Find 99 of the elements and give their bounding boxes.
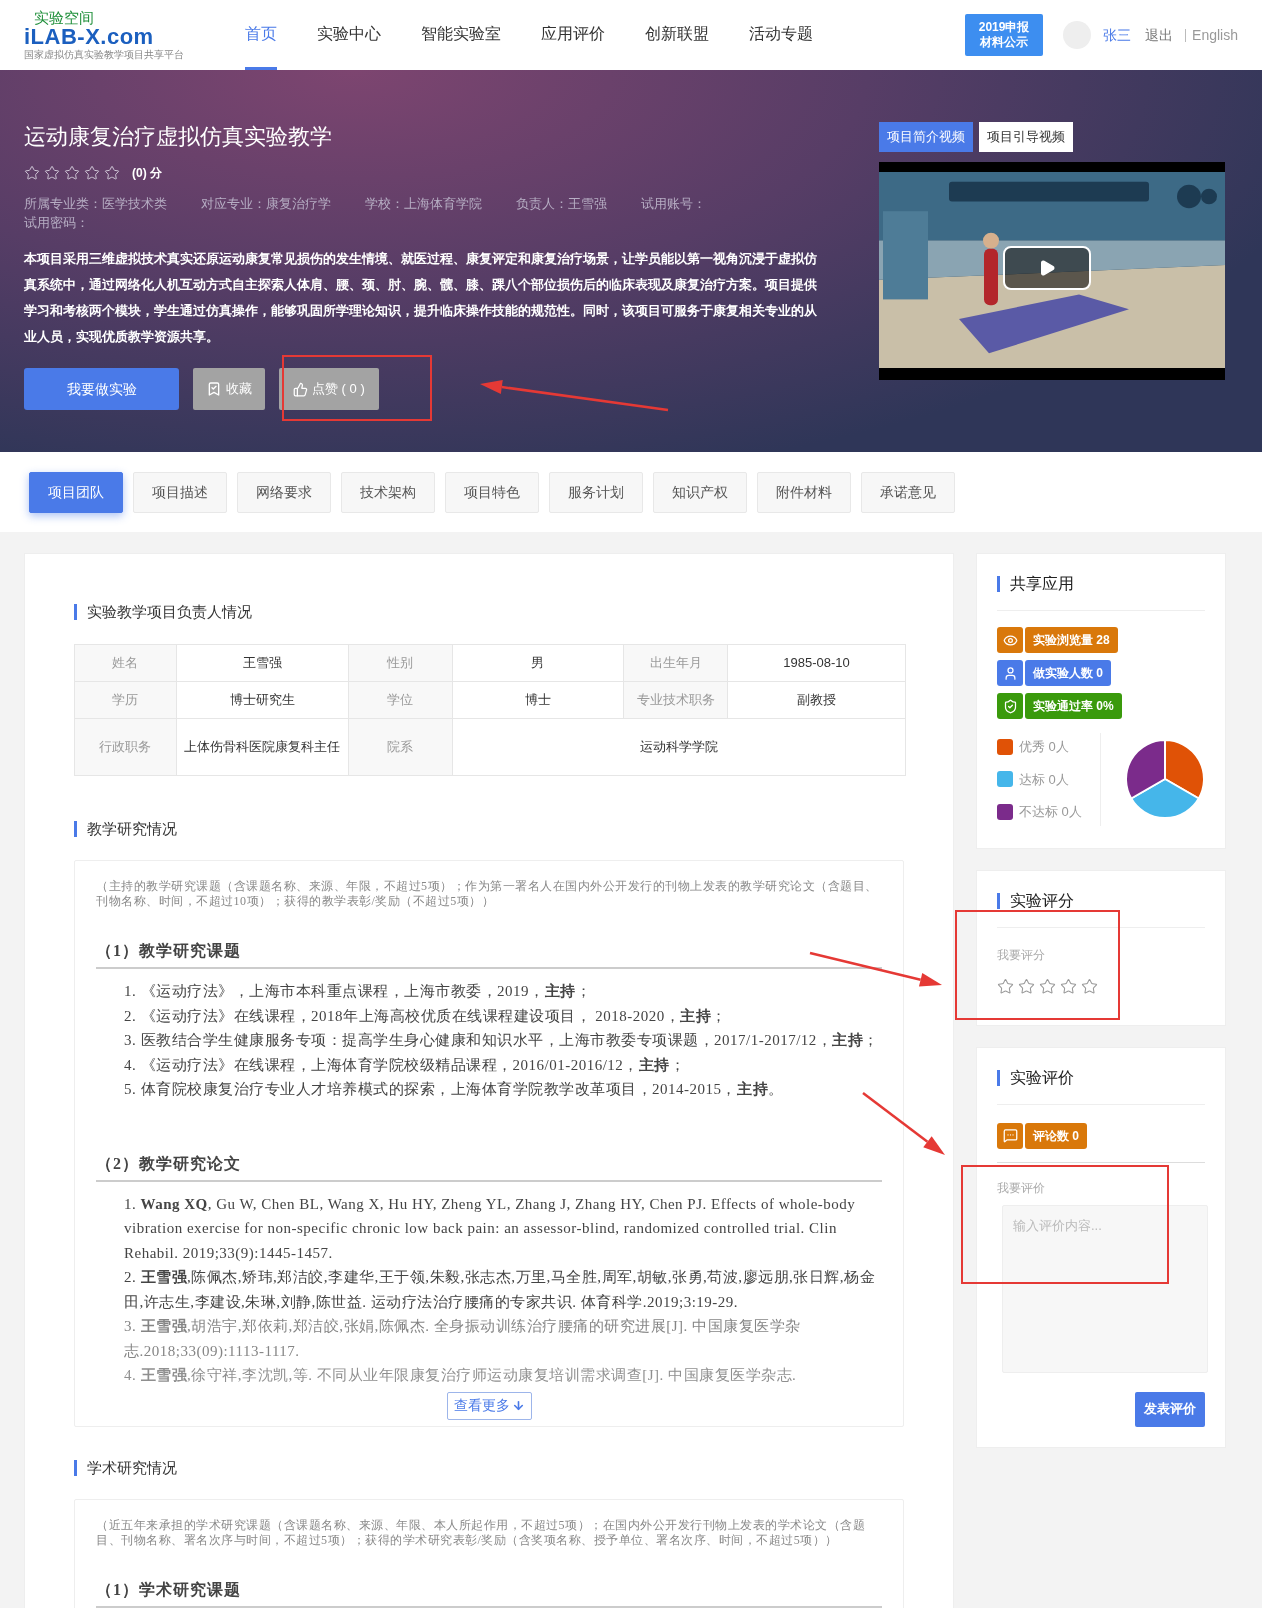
- star-icon[interactable]: [1060, 977, 1077, 995]
- project-title: 运动康复治疗虚拟仿真实验教学: [24, 123, 333, 151]
- video-tab[interactable]: 项目引导视频: [979, 122, 1073, 152]
- list-entry: 2. 《运动疗法》在线课程，2018年上海高校优质在线课程建设项目， 2018-2020，主持；: [124, 1006, 728, 1026]
- table-cell: 行政职务: [74, 718, 177, 775]
- list-entry: 1. 《运动疗法》，上海市本科重点课程，上海市教委，2019，主持；: [124, 982, 592, 1001]
- stat-badge: 做实验人数 0: [1025, 660, 1111, 686]
- table-cell: 院系: [348, 718, 452, 775]
- section-tab[interactable]: 附件材料: [757, 471, 851, 513]
- instruction-note: （近五年来承担的学术研究课题（含课题名称、来源、年限、本人所起作用，不超过5项）；在国内外公开发行刊物上发表的学术论文（含题目、刊物名称、署名次序与时间，不超过5项）；获得的学术研究表彰/奖励（含奖项名称、授予单位、署名次序、时间，不超过5项））: [96, 1518, 866, 1548]
- logo-subtitle: 国家虚拟仿真实验教学项目共享平台: [24, 48, 185, 61]
- nav-link[interactable]: 创新联盟: [645, 0, 709, 70]
- rating-score: (0) 分: [132, 165, 162, 182]
- card-title: 实验评价: [1010, 1067, 1074, 1088]
- thumbs-up-icon: [293, 381, 308, 397]
- legend-label: 不达标 0人: [1019, 803, 1082, 821]
- field-label: 我要评分: [997, 946, 1046, 964]
- star-icon[interactable]: [84, 165, 100, 181]
- table-cell: 运动科学学院: [452, 718, 906, 775]
- section-heading: 教学研究情况: [87, 818, 177, 839]
- table-cell: 学历: [74, 681, 177, 718]
- bookmark-icon: [206, 381, 222, 397]
- list-entry: 5. 体育院校康复治疗专业人才培养模式的探索，上海体育学院教学改革项目，2014-2015，主持。: [124, 1080, 785, 1099]
- table-cell: 男: [452, 644, 624, 681]
- arrow-down-icon: [511, 1399, 525, 1412]
- table-cell: 出生年月: [623, 644, 728, 681]
- project-info: 所属专业类：医学技术类: [24, 195, 167, 213]
- stat-badge: 实验通过率 0%: [1025, 693, 1122, 719]
- submit-review-button[interactable]: 发表评价: [1135, 1391, 1205, 1427]
- table-cell: 博士研究生: [176, 681, 349, 718]
- project-info: 试用密码：: [24, 214, 89, 232]
- list-entry: 1. Wang XQ, Gu W, Chen BL, Wang X, Hu HY, Zheng YL, Zhang J, Zhang HY, Chen PJ. Effects of whole-body vibration exercise for non-specific chronic low back pain: an assessor-blind, randomized controlled trial. Clin Rehabil. 2019;33(9):1445-1457.: [124, 1194, 857, 1263]
- table-cell: 1985-08-10: [727, 644, 906, 681]
- stat-badge: 实验浏览量 28: [1025, 627, 1118, 653]
- legend-label: 优秀 0人: [1019, 738, 1069, 756]
- section-tab[interactable]: 项目描述: [133, 471, 227, 513]
- card-title: 共享应用: [1010, 574, 1074, 594]
- nav-link[interactable]: 应用评价: [541, 0, 605, 70]
- show-more-button[interactable]: 查看更多: [446, 1391, 532, 1420]
- badge-line: 2019申报: [978, 20, 1030, 35]
- nav-link[interactable]: 活动专题: [749, 0, 813, 70]
- chat-bubble-icon: [1002, 1128, 1018, 1143]
- table-cell: 专业技术职务: [623, 681, 728, 718]
- table-cell: 王雪强: [176, 644, 349, 681]
- nav-link[interactable]: 智能实验室: [421, 0, 501, 70]
- card-title: 实验评分: [1010, 890, 1074, 911]
- video-tab[interactable]: 项目简介视频: [879, 122, 973, 152]
- list-entry: 2. 王雪强,陈佩杰,矫玮,郑洁皎,李建华,王于领,朱毅,张志杰,万里,马全胜,周军,胡敏,张勇,苟波,廖远朋,张日辉,杨金田,许志生,李建设,朱琳,刘静,陈世益. 运动疗法治疗腰痛的专家共识. 体育科学.2019;3:19-29.: [124, 1268, 876, 1312]
- username-link[interactable]: 张三: [1103, 24, 1132, 46]
- star-icon[interactable]: [1039, 977, 1056, 995]
- list-entry: 3. 医教结合学生健康服务专项：提高学生身心健康和知识水平，上海市教委专项课题，2017/1-2017/12，主持；: [124, 1031, 880, 1050]
- list-entry: 4. 王雪强,徐守祥,李沈凯,等. 不同从业年限康复治疗师运动康复培训需求调查[J]. 中国康复医学杂志.: [124, 1366, 798, 1385]
- star-icon[interactable]: [44, 165, 60, 181]
- project-info: 学校：上海体育学院: [365, 195, 482, 213]
- star-icon[interactable]: [24, 165, 40, 181]
- table-cell: 上体伤骨科医院康复科主任: [176, 718, 349, 775]
- legend-label: 达标 0人: [1019, 770, 1069, 789]
- table-cell: 副教授: [727, 681, 906, 718]
- badge-line: 材料公示: [980, 35, 1029, 50]
- logo-wordmark[interactable]: iLAB-X.com: [24, 24, 214, 49]
- section-heading: 实验教学项目负责人情况: [87, 602, 252, 622]
- list-entry: 3. 王雪强,胡浩宇,郑依莉,郑洁皎,张娟,陈佩杰. 全身振动训练治疗腰痛的研究进展[J]. 中国康复医学杂志.2018;33(09):1113-1117.: [124, 1317, 802, 1361]
- subsection-title: （1）学术研究课题: [96, 1581, 241, 1598]
- play-button[interactable]: [1003, 246, 1091, 290]
- section-heading: 学术研究情况: [87, 1457, 177, 1478]
- star-icon[interactable]: [64, 165, 80, 181]
- nav-link[interactable]: 实验中心: [317, 0, 381, 70]
- project-description: 本项目采用三维虚拟技术真实还原运动康复常见损伤的发生情境、就医过程、康复评定和康复治疗场景，让学员能以第一视角沉浸于虚拟仿真系统中，通过网络化人机互动方式自主探索人体肩、腰、颈、肘、腕、髋、膝、踝八个部位损伤后的临床表现及康复治疗方案。项目提供学习和考核两个模块，学生通过仿真操作，能够巩固所学理论知识，提升临床操作技能的规范性。同时，该项目可服务于康复相关专业的从业人员，实现优质教学资源共享。: [24, 250, 818, 346]
- list-entry: 4. 《运动疗法》在线课程，上海体育学院校级精品课程，2016/01-2016/12，主持；: [124, 1055, 687, 1075]
- table-cell: 姓名: [74, 644, 177, 681]
- section-tab[interactable]: 项目团队: [29, 471, 123, 513]
- subsection-title: （1）教学研究课题: [96, 942, 241, 959]
- instruction-note: （主持的教学研究课题（含课题名称、来源、年限，不超过5项）；作为第一署名人在国内外公开发行的刊物上发表的教学研究论文（含题目、刊物名称、时间，不超过10项）；获得的教学表彰/奖励（不超过5项））: [96, 879, 879, 909]
- subsection-title: （2）教学研究论文: [96, 1154, 241, 1172]
- logout-link[interactable]: 退出: [1145, 24, 1174, 46]
- stat-badge: 评论数 0: [1025, 1122, 1087, 1149]
- table-cell: 学位: [348, 681, 452, 718]
- section-tab[interactable]: 技术架构: [341, 471, 435, 513]
- star-icon[interactable]: [997, 977, 1014, 995]
- star-icon[interactable]: [1081, 977, 1098, 995]
- field-label: 我要评价: [997, 1179, 1046, 1197]
- section-tab[interactable]: 承诺意见: [861, 471, 955, 513]
- start-experiment-button[interactable]: 我要做实验: [24, 368, 179, 410]
- star-icon[interactable]: [104, 165, 120, 181]
- project-info: 负责人：王雪强: [516, 195, 607, 213]
- play-icon: [1038, 259, 1056, 277]
- shield-check-icon: [1002, 698, 1018, 714]
- table-cell: 博士: [452, 681, 624, 718]
- project-info: 对应专业：康复治疗学: [201, 195, 331, 213]
- star-icon[interactable]: [1018, 977, 1035, 995]
- section-tab[interactable]: 项目特色: [445, 471, 539, 513]
- project-info: 试用账号：: [641, 195, 706, 213]
- logo-top-text: 实验空间: [33, 9, 95, 25]
- section-tab[interactable]: 网络要求: [237, 471, 331, 513]
- eye-icon: [1002, 632, 1018, 648]
- section-tab[interactable]: 服务计划: [549, 471, 643, 513]
- table-cell: 性别: [348, 644, 452, 681]
- person-icon: [1002, 665, 1018, 681]
- section-tab[interactable]: 知识产权: [653, 471, 747, 513]
